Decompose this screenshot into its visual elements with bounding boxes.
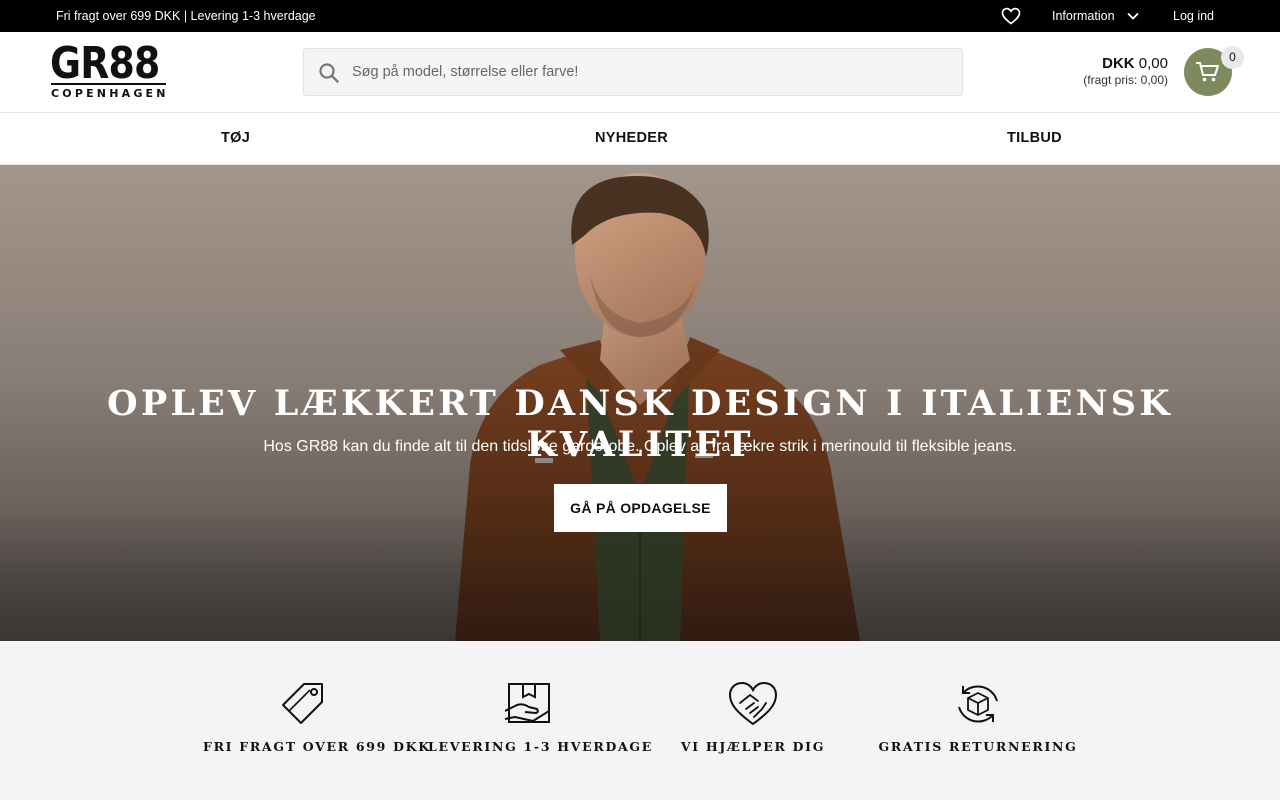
nav-item-tilbud[interactable]: TILBUD — [1007, 130, 1062, 146]
search-bar[interactable] — [303, 48, 963, 96]
cart-icon — [1196, 62, 1219, 82]
logo-wordmark: GR88 — [50, 38, 160, 89]
nav-item-nyheder[interactable]: NYHEDER — [595, 130, 668, 146]
chevron-down-icon[interactable] — [1126, 9, 1140, 23]
hero-subtitle: Hos GR88 kan du finde alt til den tidslø… — [263, 438, 1017, 455]
discover-button[interactable]: GÅ PÅ OPDAGELSE — [554, 484, 727, 532]
hero-banner: OPLEV LÆKKERT DANSK DESIGN I ITALIENSK K… — [0, 165, 1280, 641]
login-link[interactable]: Log ind — [1173, 9, 1214, 23]
search-icon[interactable] — [318, 62, 340, 84]
information-menu[interactable]: Information — [1052, 9, 1115, 23]
site-header: GR88 COPENHAGEN DKK 0,00 (fragt pris: 0,… — [0, 32, 1280, 113]
return-box-icon — [958, 685, 998, 723]
logo-subtitle: COPENHAGEN — [51, 87, 169, 100]
usp-free-shipping: FRI FRAGT OVER 699 DKK — [203, 681, 431, 754]
package-delivery-icon — [504, 683, 550, 723]
price-tag-icon — [282, 683, 323, 724]
nav-item-toj[interactable]: TØJ — [221, 130, 250, 146]
usp-help: VI HJÆLPER DIG — [653, 681, 853, 754]
usp-label: VI HJÆLPER DIG — [680, 739, 826, 754]
main-navigation: TØJ NYHEDER TILBUD — [0, 113, 1280, 165]
usp-strip: FRI FRAGT OVER 699 DKK LEVERING 1-3 HVER… — [0, 641, 1280, 800]
cart-amount-value: 0,00 — [1138, 55, 1168, 72]
search-input[interactable] — [352, 49, 952, 95]
usp-label: LEVERING 1-3 HVERDAGE — [428, 739, 654, 754]
cart-count-badge: 0 — [1221, 46, 1244, 69]
cart-shipping-price: (fragt pris: 0,00) — [1083, 73, 1168, 87]
cart-amount: DKK 0,00 — [1083, 55, 1168, 72]
shipping-promo-text: Fri fragt over 699 DKK | Levering 1-3 hv… — [56, 9, 316, 23]
cart-summary[interactable]: DKK 0,00 (fragt pris: 0,00) — [1083, 55, 1168, 87]
cart-currency: DKK — [1102, 55, 1135, 72]
top-bar: Fri fragt over 699 DKK | Levering 1-3 hv… — [0, 0, 1280, 32]
usp-returns: GRATIS RETURNERING — [878, 681, 1078, 754]
usp-delivery: LEVERING 1-3 HVERDAGE — [428, 681, 654, 754]
gr88-logo[interactable]: GR88 COPENHAGEN — [50, 38, 169, 104]
heart-icon[interactable] — [1001, 7, 1021, 25]
usp-label: FRI FRAGT OVER 699 DKK — [203, 739, 431, 754]
usp-label: GRATIS RETURNERING — [878, 739, 1078, 754]
logo-divider — [51, 83, 166, 85]
handshake-heart-icon — [728, 681, 778, 726]
